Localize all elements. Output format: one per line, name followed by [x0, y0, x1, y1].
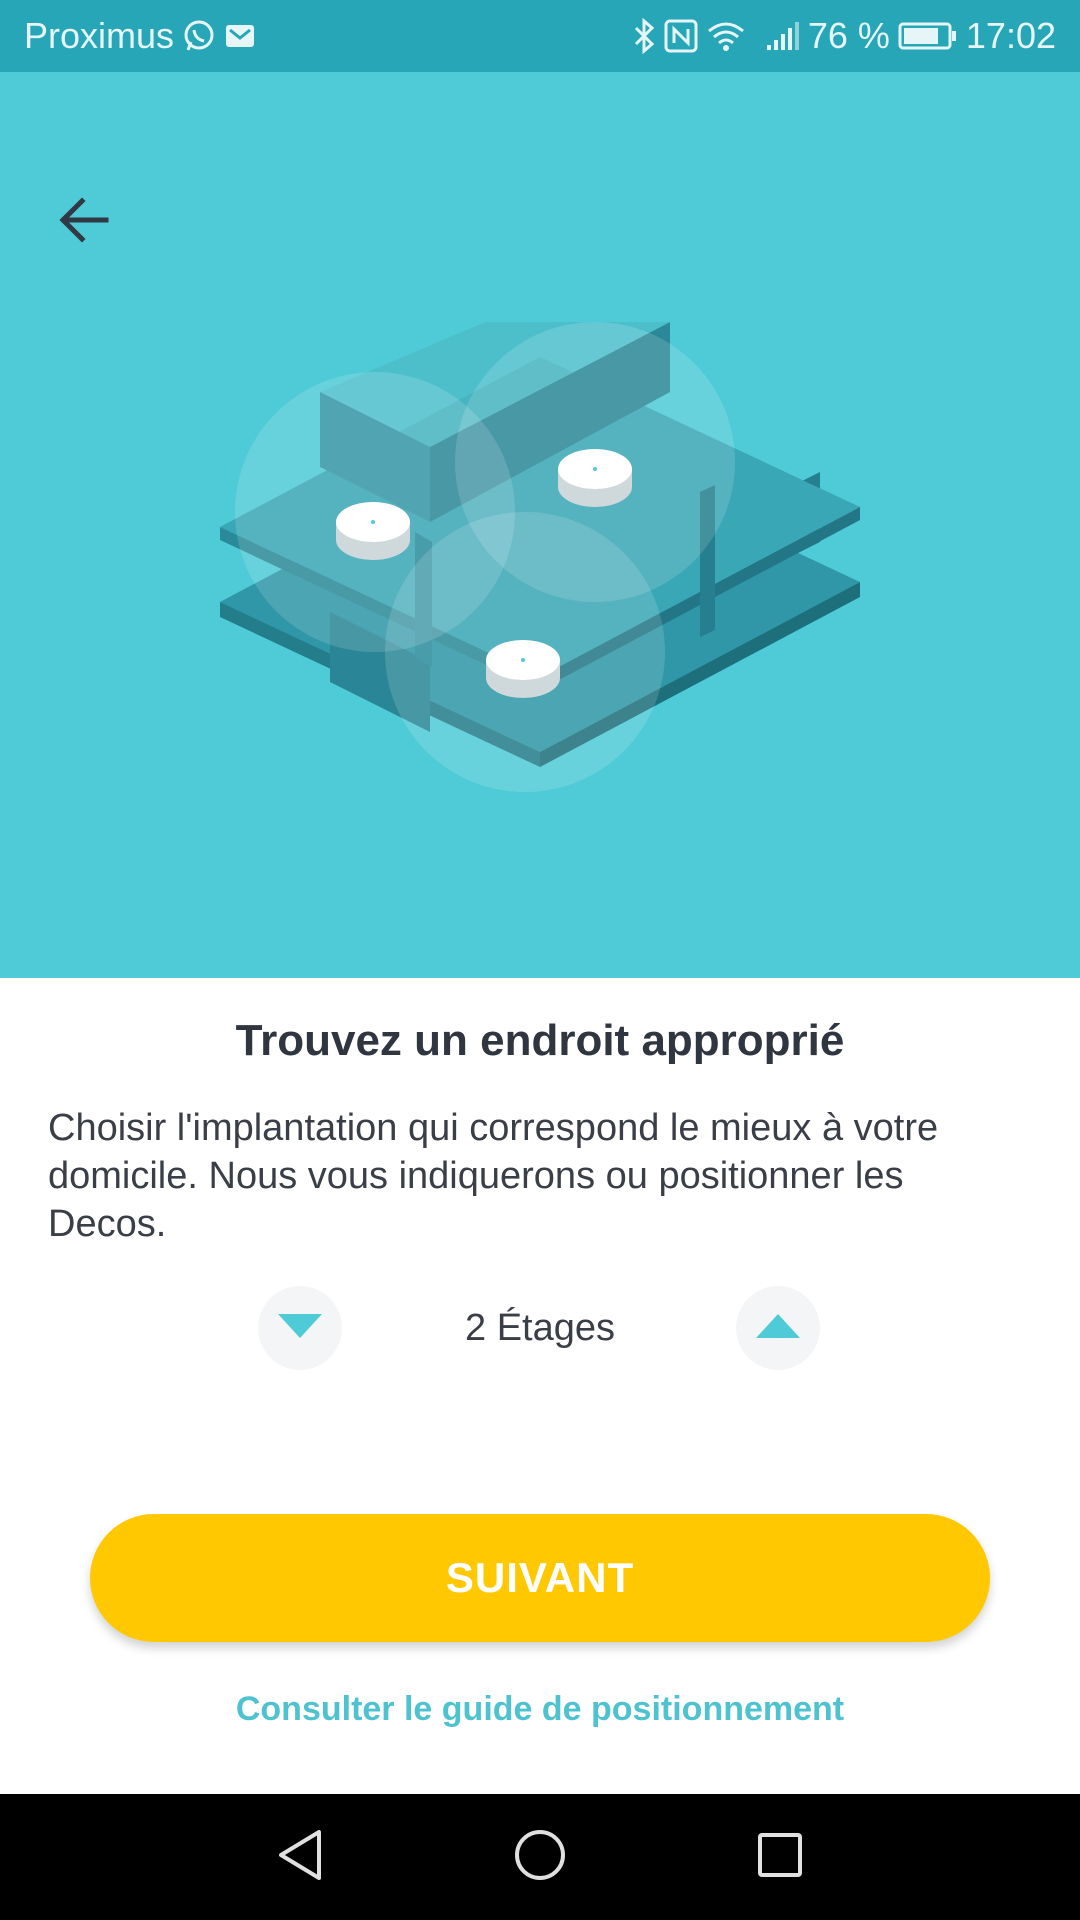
back-button[interactable] — [44, 182, 124, 262]
system-nav-bar — [0, 1794, 1080, 1920]
status-right: 76 % 17:02 — [624, 0, 1056, 72]
nav-back-icon — [275, 1828, 325, 1887]
decrease-floors-button[interactable] — [258, 1286, 342, 1370]
whatsapp-icon — [182, 19, 216, 53]
clock: 17:02 — [965, 15, 1056, 56]
triangle-down-icon — [278, 1313, 322, 1343]
next-button[interactable]: SUIVANT — [90, 1514, 990, 1642]
house-illustration — [220, 297, 860, 792]
signal-icon — [766, 21, 800, 51]
page-title: Trouvez un endroit approprié — [235, 1016, 845, 1065]
nav-home-icon — [513, 1828, 567, 1887]
placement-guide-link[interactable]: Consulter le guide de positionnement — [0, 1690, 1080, 1729]
status-left: Proximus — [24, 0, 256, 72]
mesh-placement-illustration — [200, 297, 880, 842]
status-bar: Proximus 76 % 17:02 — [0, 0, 1080, 72]
nav-back-button[interactable] — [260, 1817, 340, 1897]
arrow-left-icon — [58, 196, 110, 248]
bluetooth-icon — [632, 18, 656, 54]
floor-selector: 2 Étages — [0, 1286, 1080, 1370]
battery-percent: 76 % — [807, 15, 890, 56]
nfc-icon — [664, 19, 698, 53]
hero-banner — [0, 72, 1080, 978]
deco-unit-3 — [486, 640, 560, 698]
battery-icon — [898, 21, 958, 51]
mail-icon — [224, 22, 256, 50]
description-text: Choisir l'implantation qui correspond le… — [48, 1107, 939, 1245]
nav-home-button[interactable] — [500, 1817, 580, 1897]
content-panel: Trouvez un endroit approprié Choisir l'i… — [0, 978, 1080, 1794]
nav-recents-icon — [756, 1831, 804, 1884]
carrier-name: Proximus — [24, 15, 175, 56]
wifi-icon — [706, 19, 746, 53]
triangle-up-icon — [756, 1313, 800, 1343]
floor-count-value: 2 Étages — [465, 1307, 615, 1349]
deco-unit-1 — [336, 502, 410, 560]
increase-floors-button[interactable] — [736, 1286, 820, 1370]
nav-recents-button[interactable] — [740, 1817, 820, 1897]
deco-unit-2 — [558, 449, 632, 507]
